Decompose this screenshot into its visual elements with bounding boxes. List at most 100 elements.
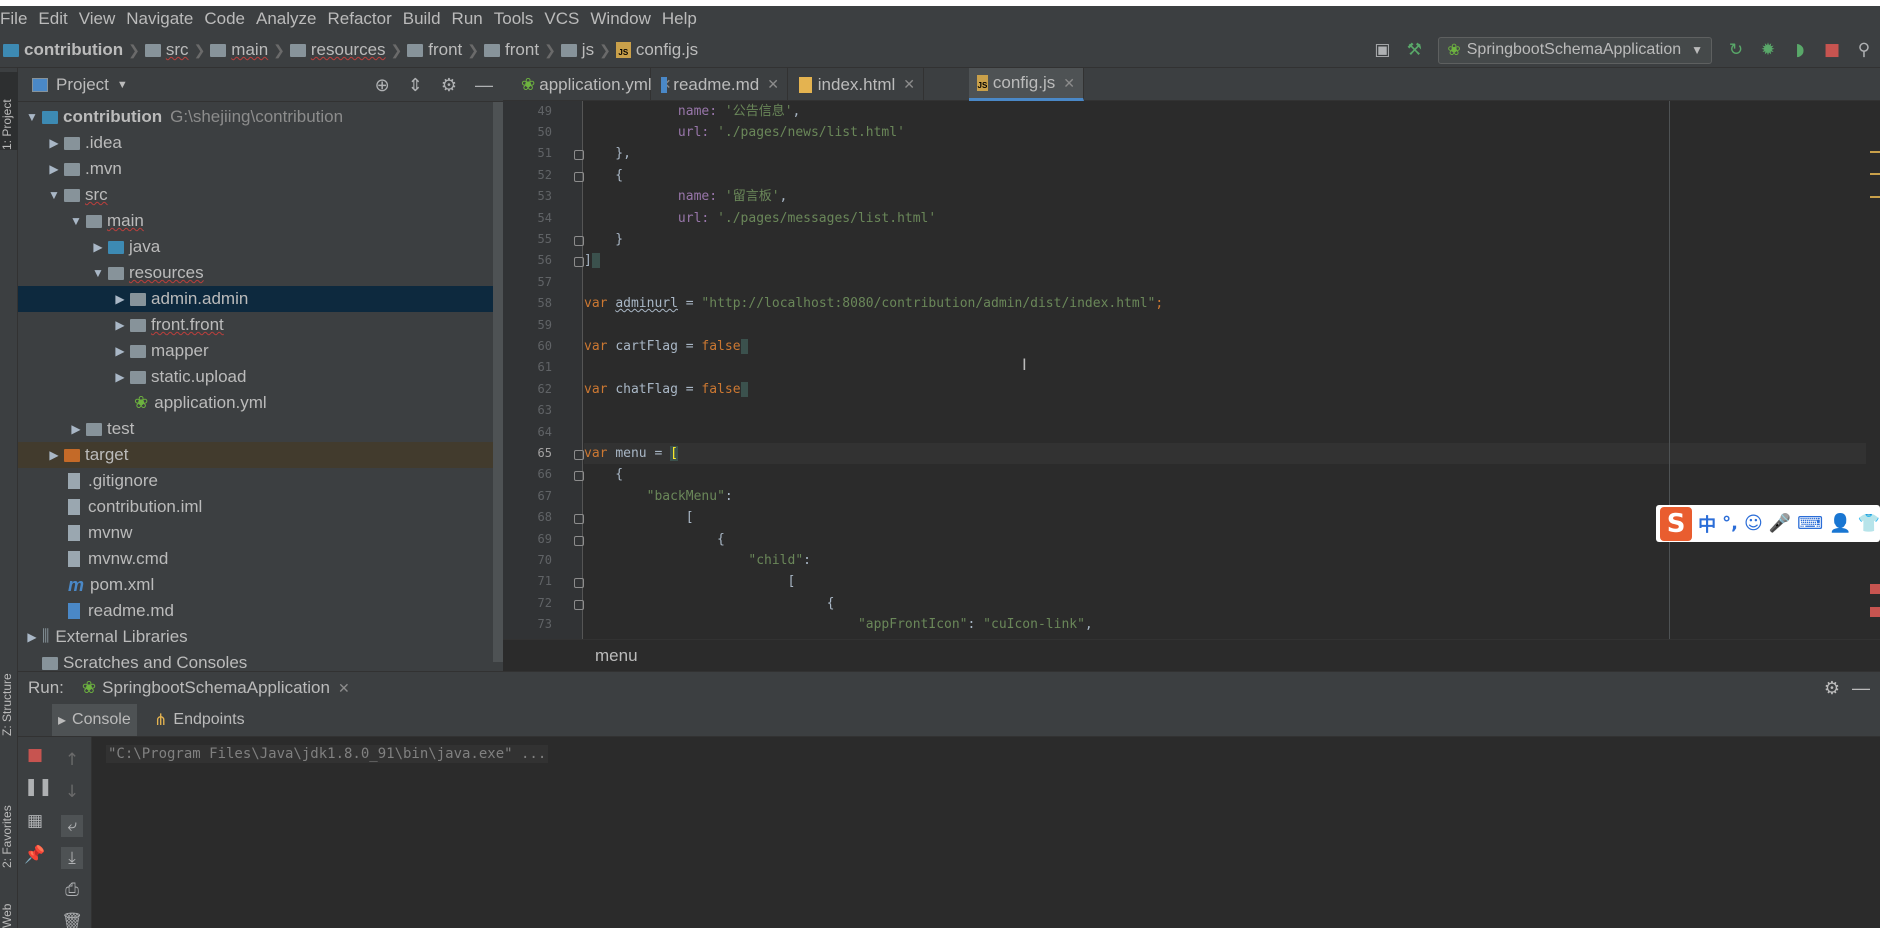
scroll-to-end-icon[interactable]: ⤓ [61,847,83,869]
close-icon[interactable]: ✕ [338,680,350,697]
tree-item-mvnw-cmd[interactable]: mvnw.cmd [18,546,503,572]
fold-marker-icon[interactable] [574,450,584,460]
crumb-js[interactable]: js [558,40,597,60]
close-icon[interactable]: ✕ [767,76,779,93]
project-scrollbar[interactable] [493,102,503,662]
emoji-icon[interactable]: ☺ [1744,513,1763,534]
arrow-down-icon[interactable]: ↓ [61,781,83,803]
error-stripe[interactable] [1866,101,1880,639]
tree-item-java[interactable]: ▶ java [18,234,503,260]
print-icon[interactable]: ⎙ [61,879,83,901]
tool-tab-structure[interactable]: Z: Structure [0,656,18,736]
error-marker[interactable] [1870,196,1880,198]
menu-navigate[interactable]: Navigate [121,9,199,29]
close-icon[interactable]: ✕ [903,76,915,93]
tree-item-pom-xml[interactable]: m pom.xml [18,572,503,598]
crumb-config-js[interactable]: JS config.js [613,40,701,60]
menu-window[interactable]: Window [585,9,656,29]
tree-item-main[interactable]: ▼ main [18,208,503,234]
crumb-front-2[interactable]: front [481,40,542,60]
error-marker[interactable] [1870,607,1880,617]
tree-item-mvn[interactable]: ▶ .mvn [18,156,503,182]
stop-icon[interactable]: ■ [24,744,46,766]
chevron-down-icon[interactable]: ▼ [117,79,128,91]
tab-config-js[interactable]: JS config.js ✕ [969,68,1084,101]
chevron-right-icon[interactable]: ▶ [110,318,130,332]
search-icon[interactable]: ⚲ [1853,39,1875,61]
menu-refactor[interactable]: Refactor [322,9,397,29]
tree-item-external-libraries[interactable]: ▶ ⫼ External Libraries [18,624,503,650]
skin-icon[interactable]: 👕 [1858,513,1880,534]
ime-toolbar[interactable]: S 中 °, ☺ 🎤 ⌨ 👤 👕 [1656,505,1880,542]
minimize-icon[interactable]: — [475,75,493,96]
menu-run[interactable]: Run [447,9,489,29]
menu-vcs[interactable]: VCS [539,9,585,29]
fold-marker-icon[interactable] [574,514,584,524]
run-config-select[interactable]: ❀ SpringbootSchemaApplication ▼ [1438,36,1712,64]
chevron-right-icon[interactable]: ▶ [44,448,64,462]
stop-icon[interactable]: ■ [1821,39,1843,61]
tab-endpoints[interactable]: ⋔ Endpoints [148,704,251,736]
crumb-contribution[interactable]: contribution [0,40,126,60]
ime-punct-toggle[interactable]: °, [1722,513,1738,534]
menu-edit[interactable]: Edit [33,9,73,29]
tree-item-scratches[interactable]: Scratches and Consoles [18,650,503,671]
tree-item-idea[interactable]: ▶ .idea [18,130,503,156]
chevron-down-icon[interactable]: ▼ [66,214,86,228]
tree-item-src[interactable]: ▼ src [18,182,503,208]
fold-marker-icon[interactable] [574,471,584,481]
chevron-right-icon[interactable]: ▶ [44,136,64,150]
menu-analyze[interactable]: Analyze [251,9,322,29]
menu-help[interactable]: Help [657,9,703,29]
code-breadcrumb[interactable]: menu [503,639,1880,671]
chevron-right-icon[interactable]: ▶ [110,292,130,306]
ime-lang-toggle[interactable]: 中 [1698,511,1716,537]
chevron-right-icon[interactable]: ▶ [22,630,42,644]
tree-item-application-yml[interactable]: ❀ application.yml [18,390,503,416]
soft-wrap-icon[interactable]: ⤶ [61,815,83,837]
tool-tab-project[interactable]: 1: Project [0,72,18,150]
keyboard-icon[interactable]: ⌨ [1797,513,1823,534]
tree-item-gitignore[interactable]: .gitignore [18,468,503,494]
fold-marker-icon[interactable] [574,236,584,246]
build-hammer-icon[interactable]: ⚒ [1403,39,1425,61]
gear-icon[interactable]: ⚙ [1824,678,1840,699]
microphone-icon[interactable]: 🎤 [1769,513,1791,534]
tab-console[interactable]: ▸ Console [52,704,137,736]
chevron-down-icon[interactable]: ▼ [44,188,64,202]
tree-item-front-front[interactable]: ▶ front.front [18,312,503,338]
error-marker[interactable] [1870,173,1880,175]
tab-index-html[interactable]: index.html ✕ [791,68,924,101]
tree-item-target[interactable]: ▶ target [18,442,503,468]
fold-marker-icon[interactable] [574,172,584,182]
error-marker[interactable] [1870,151,1880,153]
tree-item-mapper[interactable]: ▶ mapper [18,338,503,364]
chevron-right-icon[interactable]: ▶ [44,162,64,176]
tree-item-readme-md[interactable]: readme.md [18,598,503,624]
menu-build[interactable]: Build [398,9,447,29]
collapse-all-icon[interactable]: ⇕ [408,75,423,96]
menu-file[interactable]: File [0,9,33,29]
trash-icon[interactable]: 🗑 [61,911,83,928]
user-icon[interactable]: 👤 [1829,513,1851,534]
chevron-right-icon[interactable]: ▶ [88,240,108,254]
chevron-right-icon[interactable]: ▶ [66,422,86,436]
pause-icon[interactable]: ❚❚ [24,776,53,798]
project-view-select[interactable]: Project [56,75,109,95]
crumb-src[interactable]: src [142,40,192,60]
minimize-icon[interactable]: — [1852,678,1870,699]
fold-marker-icon[interactable] [574,600,584,610]
chevron-down-icon[interactable]: ▼ [22,110,42,124]
layout-icon[interactable]: ▣ [1371,39,1393,61]
tool-tab-web[interactable]: Web [0,898,18,928]
fold-marker-icon[interactable] [574,257,584,267]
fold-marker-icon[interactable] [574,578,584,588]
code-editor[interactable]: name: '公告信息', url: './pages/news/list.ht… [584,101,1880,639]
chevron-right-icon[interactable]: ▶ [110,344,130,358]
fold-marker-icon[interactable] [574,536,584,546]
run-coverage-icon[interactable]: ◗ [1789,39,1811,61]
menu-tools[interactable]: Tools [489,9,540,29]
debug-icon[interactable]: ✹ [1757,39,1779,61]
chevron-down-icon[interactable]: ▼ [88,266,108,280]
tree-item-static-upload[interactable]: ▶ static.upload [18,364,503,390]
